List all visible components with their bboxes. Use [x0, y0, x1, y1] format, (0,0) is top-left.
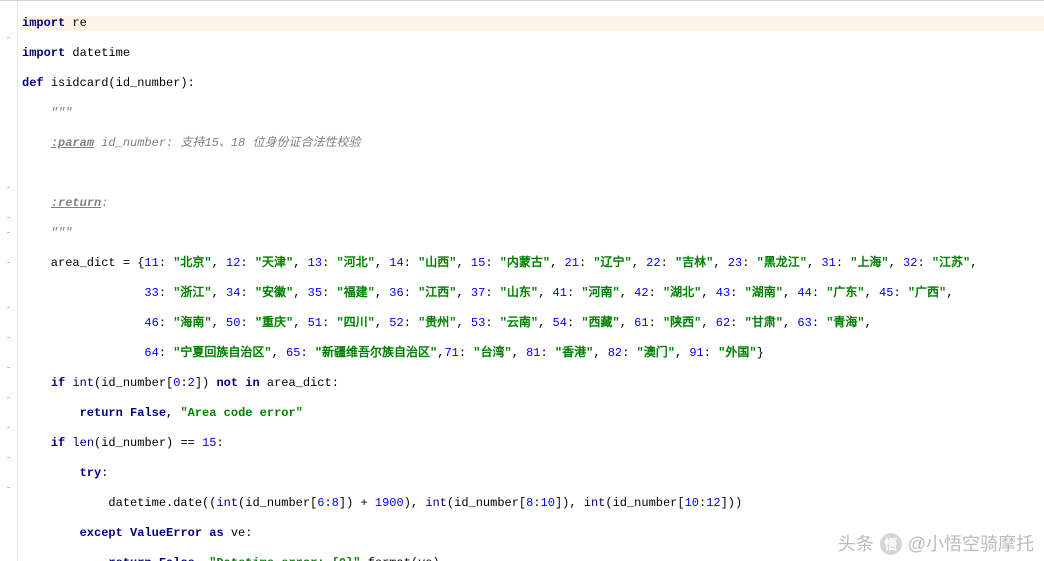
fold-marker[interactable]: -	[0, 31, 17, 46]
code-line: def isidcard(id_number):	[22, 76, 1044, 91]
code-line: area_dict = {11: "北京", 12: "天津", 13: "河北…	[22, 256, 1044, 271]
fold-marker[interactable]	[0, 16, 17, 31]
fold-marker[interactable]	[0, 76, 17, 91]
code-line: :return:	[22, 196, 1044, 211]
fold-marker[interactable]	[0, 61, 17, 76]
fold-marker[interactable]: -	[0, 226, 17, 241]
fold-marker[interactable]	[0, 346, 17, 361]
fold-marker[interactable]	[0, 106, 17, 121]
fold-marker[interactable]	[0, 511, 17, 526]
watermark: 头条 悟 @小悟空骑摩托	[838, 533, 1034, 555]
code-line: 64: "宁夏回族自治区", 65: "新疆维吾尔族自治区",71: "台湾",…	[22, 346, 1044, 361]
fold-marker[interactable]: -	[0, 421, 17, 436]
fold-marker[interactable]	[0, 136, 17, 151]
fold-marker[interactable]	[0, 46, 17, 61]
code-line: return False, "Area code error"	[22, 406, 1044, 421]
code-line: :param id_number: 支持15、18 位身份证合法性校验	[22, 136, 1044, 151]
fold-marker[interactable]	[0, 376, 17, 391]
code-line: """	[22, 106, 1044, 121]
fold-marker[interactable]	[0, 316, 17, 331]
fold-marker[interactable]	[0, 121, 17, 136]
fold-marker[interactable]	[0, 271, 17, 286]
code-line: import re	[22, 16, 1044, 31]
code-line: """	[22, 226, 1044, 241]
fold-marker[interactable]	[0, 1, 17, 16]
fold-marker[interactable]: -	[0, 181, 17, 196]
fold-marker[interactable]: -	[0, 451, 17, 466]
fold-marker[interactable]: -	[0, 361, 17, 376]
code-line: import datetime	[22, 46, 1044, 61]
fold-marker[interactable]	[0, 91, 17, 106]
code-line: 33: "浙江", 34: "安徽", 35: "福建", 36: "江西", …	[22, 286, 1044, 301]
fold-marker[interactable]: -	[0, 211, 17, 226]
code-line: datetime.date((int(id_number[6:8]) + 190…	[22, 496, 1044, 511]
fold-gutter: - - - - - - - - - - - -	[0, 1, 18, 561]
fold-marker[interactable]	[0, 196, 17, 211]
fold-marker[interactable]	[0, 406, 17, 421]
watermark-handle: @小悟空骑摩托	[908, 537, 1034, 552]
fold-marker[interactable]	[0, 466, 17, 481]
fold-marker[interactable]	[0, 436, 17, 451]
watermark-prefix: 头条	[838, 537, 874, 552]
fold-marker[interactable]	[0, 166, 17, 181]
avatar-icon: 悟	[880, 533, 902, 555]
fold-marker[interactable]	[0, 526, 17, 541]
fold-marker[interactable]: -	[0, 301, 17, 316]
fold-marker[interactable]	[0, 151, 17, 166]
code-line	[22, 166, 1044, 181]
fold-marker[interactable]	[0, 286, 17, 301]
code-line: if len(id_number) == 15:	[22, 436, 1044, 451]
code-line: return False, "Datetime error: {0}".form…	[22, 556, 1044, 561]
code-line: if int(id_number[0:2]) not in area_dict:	[22, 376, 1044, 391]
code-area[interactable]: import re import datetime def isidcard(i…	[18, 1, 1044, 561]
fold-marker[interactable]: -	[0, 391, 17, 406]
fold-marker[interactable]	[0, 496, 17, 511]
code-line: 46: "海南", 50: "重庆", 51: "四川", 52: "贵州", …	[22, 316, 1044, 331]
fold-marker[interactable]: -	[0, 481, 17, 496]
code-editor: - - - - - - - - - - - - import re impor	[0, 0, 1044, 561]
code-line: try:	[22, 466, 1044, 481]
fold-marker[interactable]: -	[0, 331, 17, 346]
fold-marker[interactable]	[0, 241, 17, 256]
fold-marker[interactable]: -	[0, 256, 17, 271]
